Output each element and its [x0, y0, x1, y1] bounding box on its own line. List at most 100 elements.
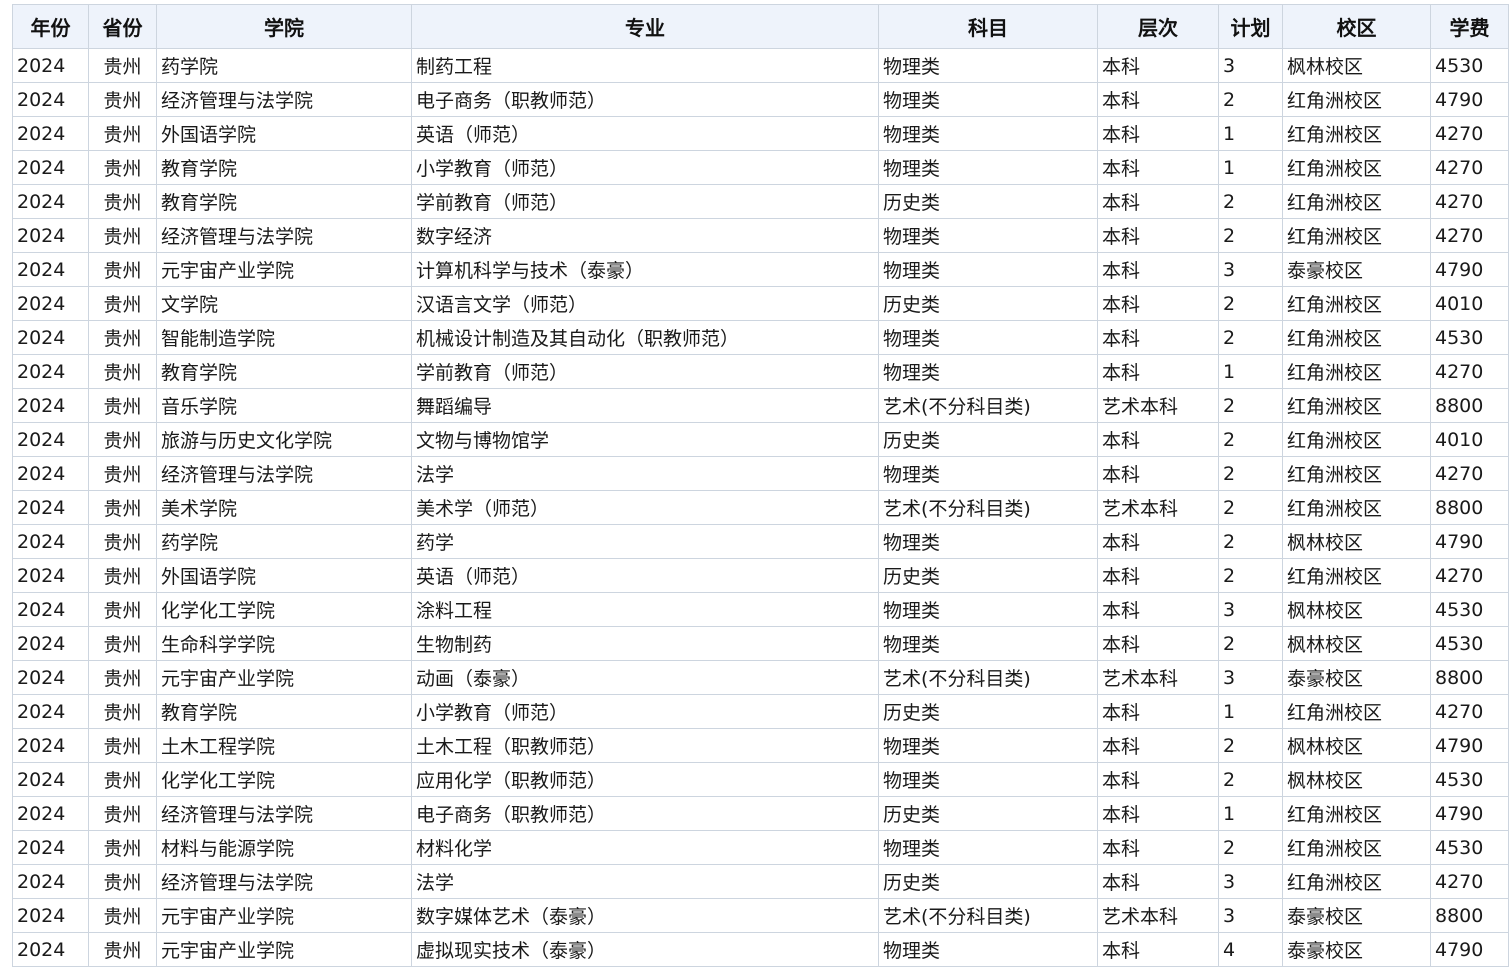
cell-campus: 红角洲校区	[1282, 116, 1431, 151]
cell-campus: 红角洲校区	[1282, 490, 1431, 525]
cell-year: 2024	[12, 558, 89, 593]
cell-major: 学前教育（师范）	[411, 184, 879, 219]
cell-major: 英语（师范）	[411, 116, 879, 151]
cell-campus: 泰豪校区	[1282, 660, 1431, 695]
cell-year: 2024	[12, 48, 89, 83]
cell-level: 本科	[1097, 218, 1219, 253]
cell-level: 本科	[1097, 184, 1219, 219]
table-row: 2024 贵州 化学化工学院 应用化学（职教师范） 物理类 本科 2 枫林校区 4530	[12, 762, 1509, 797]
table-row: 2024 贵州 土木工程学院 土木工程（职教师范） 物理类 本科 2 枫林校区 4790	[12, 728, 1509, 763]
cell-subject: 物理类	[878, 524, 1098, 559]
cell-subject: 历史类	[878, 864, 1098, 899]
cell-level: 本科	[1097, 932, 1219, 967]
cell-level: 本科	[1097, 864, 1219, 899]
table-row: 2024 贵州 外国语学院 英语（师范） 历史类 本科 2 红角洲校区 4270	[12, 558, 1509, 593]
cell-campus: 红角洲校区	[1282, 320, 1431, 355]
cell-subject: 物理类	[878, 762, 1098, 797]
cell-province: 贵州	[88, 286, 157, 321]
cell-campus: 枫林校区	[1282, 48, 1431, 83]
cell-plan: 2	[1218, 490, 1283, 525]
cell-level: 本科	[1097, 456, 1219, 491]
cell-college: 土木工程学院	[156, 728, 412, 763]
cell-college: 元宇宙产业学院	[156, 898, 412, 933]
cell-plan: 2	[1218, 728, 1283, 763]
cell-province: 贵州	[88, 388, 157, 423]
cell-college: 元宇宙产业学院	[156, 660, 412, 695]
cell-major: 动画（泰豪）	[411, 660, 879, 695]
cell-province: 贵州	[88, 354, 157, 389]
cell-major: 应用化学（职教师范）	[411, 762, 879, 797]
cell-tuition: 4530	[1430, 320, 1509, 355]
cell-plan: 2	[1218, 82, 1283, 117]
cell-subject: 历史类	[878, 422, 1098, 457]
cell-province: 贵州	[88, 762, 157, 797]
table-row: 2024 贵州 教育学院 小学教育（师范） 历史类 本科 1 红角洲校区 4270	[12, 694, 1509, 729]
cell-college: 经济管理与法学院	[156, 82, 412, 117]
cell-campus: 红角洲校区	[1282, 82, 1431, 117]
cell-tuition: 4530	[1430, 762, 1509, 797]
cell-tuition: 4790	[1430, 524, 1509, 559]
cell-year: 2024	[12, 796, 89, 831]
cell-year: 2024	[12, 864, 89, 899]
table-row: 2024 贵州 旅游与历史文化学院 文物与博物馆学 历史类 本科 2 红角洲校区 4010	[12, 422, 1509, 457]
cell-province: 贵州	[88, 82, 157, 117]
cell-tuition: 4790	[1430, 82, 1509, 117]
cell-college: 药学院	[156, 48, 412, 83]
cell-year: 2024	[12, 320, 89, 355]
cell-tuition: 4270	[1430, 864, 1509, 899]
cell-year: 2024	[12, 694, 89, 729]
cell-major: 土木工程（职教师范）	[411, 728, 879, 763]
cell-province: 贵州	[88, 524, 157, 559]
cell-campus: 红角洲校区	[1282, 150, 1431, 185]
cell-subject: 艺术(不分科目类)	[878, 490, 1098, 525]
cell-campus: 红角洲校区	[1282, 456, 1431, 491]
cell-college: 音乐学院	[156, 388, 412, 423]
col-header-subject: 科目	[878, 4, 1098, 49]
cell-province: 贵州	[88, 864, 157, 899]
cell-major: 学前教育（师范）	[411, 354, 879, 389]
table-row: 2024 贵州 元宇宙产业学院 动画（泰豪） 艺术(不分科目类) 艺术本科 3 泰豪校区 880…	[12, 660, 1509, 695]
cell-tuition: 4530	[1430, 592, 1509, 627]
cell-province: 贵州	[88, 218, 157, 253]
cell-year: 2024	[12, 762, 89, 797]
cell-plan: 2	[1218, 456, 1283, 491]
cell-year: 2024	[12, 728, 89, 763]
cell-province: 贵州	[88, 490, 157, 525]
cell-province: 贵州	[88, 626, 157, 661]
cell-plan: 1	[1218, 116, 1283, 151]
cell-campus: 红角洲校区	[1282, 694, 1431, 729]
cell-plan: 4	[1218, 932, 1283, 967]
cell-major: 小学教育（师范）	[411, 694, 879, 729]
cell-subject: 物理类	[878, 82, 1098, 117]
cell-major: 美术学（师范）	[411, 490, 879, 525]
cell-level: 本科	[1097, 82, 1219, 117]
table-row: 2024 贵州 元宇宙产业学院 虚拟现实技术（泰豪） 物理类 本科 4 泰豪校区 4790	[12, 932, 1509, 967]
cell-subject: 历史类	[878, 286, 1098, 321]
cell-level: 本科	[1097, 728, 1219, 763]
admission-plan-table-container: 年份 省份 学院 专业 科目 层次 计划 校区 学费 2024 贵州 药学院 制药工程…	[12, 4, 1509, 967]
cell-college: 教育学院	[156, 184, 412, 219]
cell-campus: 枫林校区	[1282, 728, 1431, 763]
cell-province: 贵州	[88, 558, 157, 593]
cell-college: 化学化工学院	[156, 762, 412, 797]
cell-year: 2024	[12, 490, 89, 525]
cell-campus: 泰豪校区	[1282, 252, 1431, 287]
cell-province: 贵州	[88, 456, 157, 491]
cell-level: 本科	[1097, 762, 1219, 797]
cell-subject: 物理类	[878, 456, 1098, 491]
cell-province: 贵州	[88, 48, 157, 83]
table-row: 2024 贵州 元宇宙产业学院 数字媒体艺术（泰豪） 艺术(不分科目类) 艺术本科 3 泰豪校…	[12, 898, 1509, 933]
cell-subject: 艺术(不分科目类)	[878, 388, 1098, 423]
cell-college: 元宇宙产业学院	[156, 932, 412, 967]
cell-year: 2024	[12, 932, 89, 967]
cell-college: 教育学院	[156, 354, 412, 389]
cell-plan: 3	[1218, 48, 1283, 83]
col-header-major: 专业	[411, 4, 879, 49]
cell-college: 美术学院	[156, 490, 412, 525]
cell-major: 电子商务（职教师范）	[411, 82, 879, 117]
cell-plan: 3	[1218, 252, 1283, 287]
cell-year: 2024	[12, 830, 89, 865]
cell-tuition: 4790	[1430, 728, 1509, 763]
cell-college: 文学院	[156, 286, 412, 321]
cell-province: 贵州	[88, 116, 157, 151]
